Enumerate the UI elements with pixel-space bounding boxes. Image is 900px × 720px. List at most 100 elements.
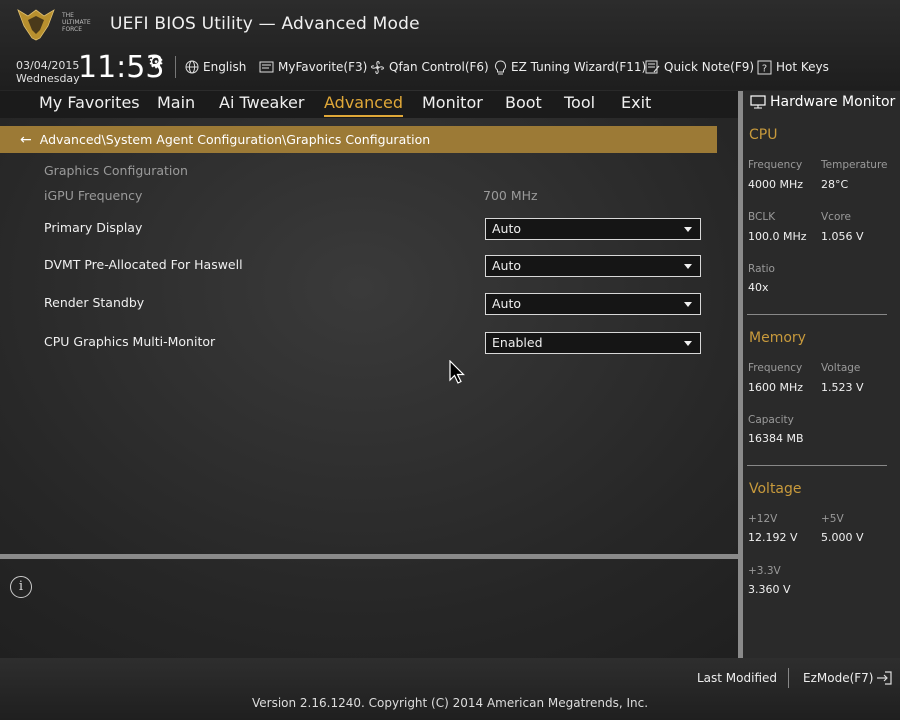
primary-display-select[interactable]: Auto [485, 218, 701, 240]
capacity-label: Capacity [748, 414, 794, 426]
fan-icon [371, 60, 384, 74]
dvmt-value: Auto [492, 258, 522, 273]
v33-label: +3.3V [748, 565, 781, 577]
v12-value: 12.192 V [748, 531, 798, 544]
panel-divider [0, 554, 738, 559]
tab-main[interactable]: Main [157, 93, 195, 117]
memory-frequency-label: Frequency [748, 362, 803, 374]
vcore-label: Vcore [821, 211, 851, 223]
exit-arrow-icon [877, 671, 893, 685]
chevron-down-icon [684, 227, 692, 232]
v12-label: +12V [748, 513, 778, 525]
myfavorite-label: MyFavorite(F3) [278, 60, 368, 74]
multi-monitor-select[interactable]: Enabled [485, 332, 701, 354]
cpu-temperature-label: Temperature [821, 159, 888, 171]
cpu-temperature-value: 28°C [821, 178, 849, 191]
breadcrumb-path: Advanced\System Agent Configuration\Grap… [39, 132, 431, 147]
breadcrumb[interactable]: ← Advanced\System Agent Configuration\Gr… [0, 126, 717, 153]
gear-icon[interactable]: ⚙ [148, 52, 164, 73]
monitor-icon [750, 95, 766, 109]
footer: Last Modified EzMode(F7) Version 2.16.12… [0, 658, 900, 720]
memory-voltage-value: 1.523 V [821, 381, 864, 394]
back-arrow-icon[interactable]: ← [20, 132, 32, 148]
logo-text: THE ULTIMATE FORCE [62, 12, 91, 33]
toolbar-divider [175, 56, 176, 78]
hardware-monitor-title: Hardware Monitor [750, 94, 895, 110]
weekday-text: Wednesday [16, 72, 80, 85]
cpu-section-title: CPU [749, 127, 778, 143]
language-button[interactable]: English [185, 57, 246, 77]
hardware-monitor-label: Hardware Monitor [770, 94, 896, 110]
info-icon: i [10, 576, 32, 598]
ratio-value: 40x [748, 281, 769, 294]
render-standby-select[interactable]: Auto [485, 293, 701, 315]
multi-monitor-value: Enabled [492, 335, 543, 350]
render-standby-value: Auto [492, 296, 522, 311]
ezmode-button[interactable]: EzMode(F7) [803, 671, 893, 685]
hw-divider [747, 314, 887, 315]
v33-value: 3.360 V [748, 583, 791, 596]
tab-exit[interactable]: Exit [621, 93, 651, 117]
date-text: 03/04/2015 [16, 59, 80, 72]
chevron-down-icon [684, 341, 692, 346]
quick-note-button[interactable]: Quick Note(F9) [645, 57, 754, 77]
cpu-frequency-value: 4000 MHz [748, 178, 804, 191]
voltage-section-title: Voltage [749, 481, 802, 497]
svg-text:?: ? [762, 63, 767, 74]
help-icon: ? [757, 60, 772, 74]
tab-advanced[interactable]: Advanced [324, 93, 404, 117]
chevron-down-icon [684, 264, 692, 269]
capacity-value: 16384 MB [748, 432, 804, 445]
memory-voltage-label: Voltage [821, 362, 861, 374]
footer-divider [788, 668, 789, 688]
ez-tuning-button[interactable]: EZ Tuning Wizard(F11) [494, 57, 646, 77]
app-title: UEFI BIOS Utility — Advanced Mode [110, 14, 420, 34]
primary-display-value: Auto [492, 221, 522, 236]
header: THE ULTIMATE FORCE UEFI BIOS Utility — A… [0, 0, 900, 90]
date-display: 03/04/2015 Wednesday [16, 59, 80, 85]
myfavorite-button[interactable]: MyFavorite(F3) [259, 57, 367, 77]
hot-keys-button[interactable]: ? Hot Keys [757, 57, 829, 77]
last-modified-button[interactable]: Last Modified [697, 671, 777, 685]
language-label: English [203, 60, 247, 74]
igpu-frequency-label: iGPU Frequency [44, 188, 143, 203]
cpu-frequency-label: Frequency [748, 159, 803, 171]
render-standby-label: Render Standby [44, 295, 145, 310]
memory-section-title: Memory [749, 330, 806, 346]
hardware-monitor-panel: Hardware Monitor CPU Frequency Temperatu… [743, 91, 900, 658]
version-text: Version 2.16.1240. Copyright (C) 2014 Am… [251, 696, 649, 710]
tab-ai-tweaker[interactable]: Ai Tweaker [219, 93, 304, 117]
igpu-frequency-value: 700 MHz [483, 188, 538, 203]
qfan-label: Qfan Control(F6) [389, 60, 489, 74]
menu-bar: My Favorites Main Ai Tweaker Advanced Mo… [0, 91, 738, 118]
qfan-button[interactable]: Qfan Control(F6) [370, 57, 489, 77]
memory-frequency-value: 1600 MHz [748, 381, 804, 394]
bclk-label: BCLK [748, 211, 776, 223]
chevron-down-icon [684, 302, 692, 307]
v5-label: +5V [821, 513, 844, 525]
lightbulb-icon [495, 59, 506, 74]
ez-tuning-label: EZ Tuning Wizard(F11) [511, 60, 647, 74]
dvmt-select[interactable]: Auto [485, 255, 701, 277]
favorite-icon [259, 61, 274, 72]
vcore-value: 1.056 V [821, 230, 864, 243]
tab-boot[interactable]: Boot [505, 93, 542, 117]
globe-icon [185, 60, 199, 74]
ratio-label: Ratio [748, 263, 775, 275]
primary-display-label: Primary Display [44, 220, 143, 235]
tab-monitor[interactable]: Monitor [422, 93, 483, 117]
bclk-value: 100.0 MHz [748, 230, 807, 243]
ezmode-label: EzMode(F7) [803, 671, 874, 685]
hw-divider [747, 465, 887, 466]
section-title: Graphics Configuration [44, 163, 188, 178]
help-panel: i [0, 560, 738, 656]
dvmt-label: DVMT Pre-Allocated For Haswell [44, 257, 243, 272]
v5-value: 5.000 V [821, 531, 864, 544]
settings-panel: Graphics Configuration iGPU Frequency 70… [0, 153, 738, 553]
multi-monitor-label: CPU Graphics Multi-Monitor [44, 334, 216, 349]
tab-my-favorites[interactable]: My Favorites [39, 93, 140, 117]
mouse-cursor-icon [449, 360, 465, 384]
quick-note-label: Quick Note(F9) [664, 60, 755, 74]
tab-tool[interactable]: Tool [564, 93, 595, 117]
hot-keys-label: Hot Keys [776, 60, 829, 74]
